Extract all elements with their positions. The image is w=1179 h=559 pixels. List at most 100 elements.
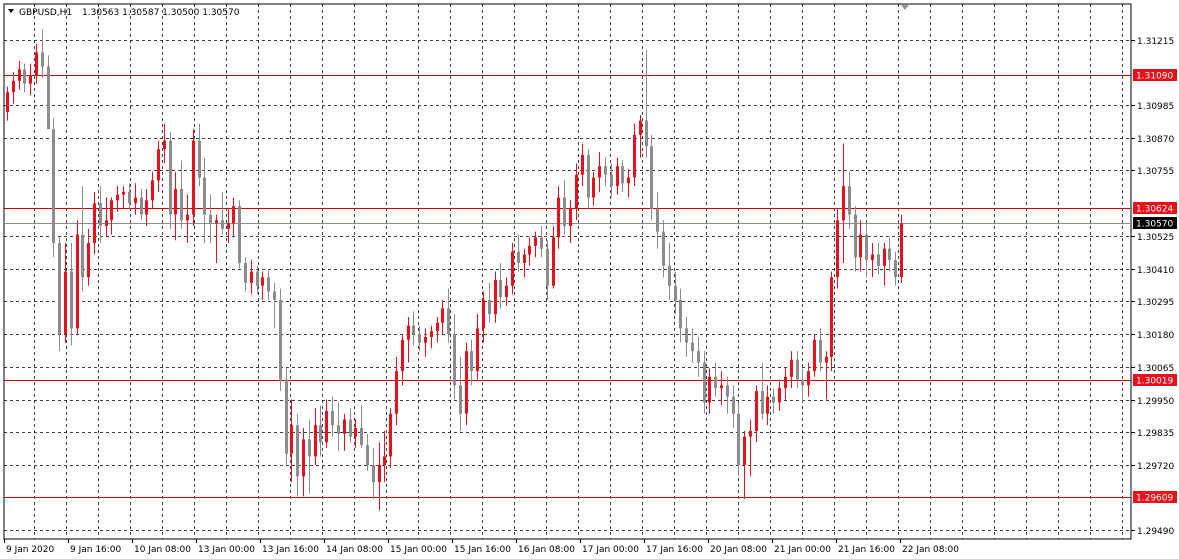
price-chart[interactable]: 1.31215 1.30985 1.30870 1.30755 1.30525 1.304…: [0, 0, 1179, 559]
candle-bull: [778, 388, 781, 403]
candle-bear: [453, 334, 456, 386]
candle-bear: [726, 385, 729, 397]
y-tick-label: 1.30985: [1137, 102, 1174, 112]
candle-bear: [372, 465, 375, 483]
candle-bull: [476, 328, 479, 372]
candle-bull: [192, 140, 195, 215]
candle-bear: [180, 188, 183, 221]
candle-bear: [221, 220, 224, 229]
candle-bull: [784, 376, 787, 389]
candle-bear: [819, 339, 822, 363]
candle-bear: [267, 277, 270, 292]
plot-area[interactable]: [3, 3, 1132, 540]
candle-bear: [244, 262, 247, 283]
y-tick-label: 1.30410: [1137, 266, 1174, 276]
candle-bull: [250, 271, 253, 283]
candle-bull: [145, 200, 148, 215]
candle-bear: [256, 271, 259, 286]
candle-bear: [697, 351, 700, 363]
candle-bear: [296, 425, 299, 477]
candle-bear: [70, 271, 73, 329]
candle-bull: [830, 277, 833, 357]
candle-bull: [290, 425, 293, 454]
candle-bull: [743, 436, 746, 466]
candle-bull: [766, 396, 769, 414]
candle-bull: [174, 188, 177, 215]
candle-bull: [116, 194, 119, 201]
candle-bull: [186, 214, 189, 221]
candle-bull: [12, 80, 15, 93]
candle-bull: [354, 428, 357, 437]
candle-bear: [761, 391, 764, 414]
candle-bull: [227, 223, 230, 229]
candle-bull: [93, 203, 96, 244]
candle-bull: [378, 465, 381, 483]
candle-bear: [128, 191, 131, 204]
candle-bull: [430, 331, 433, 337]
candle-bear: [238, 206, 241, 263]
candle-bull: [343, 419, 346, 434]
candle-bear: [854, 214, 857, 258]
candle-bear: [331, 410, 334, 426]
y-tick-label: 1.31215: [1137, 37, 1174, 47]
candle-bear: [691, 342, 694, 352]
candle-bear: [865, 234, 868, 261]
candle-bear: [470, 351, 473, 372]
candle-bull: [639, 120, 642, 135]
candle-bear: [52, 129, 55, 244]
candle-bull: [807, 371, 810, 386]
candle-bear: [563, 197, 566, 226]
candle-bear: [546, 248, 549, 286]
candle-bear: [737, 413, 740, 466]
candle-bear: [801, 379, 804, 386]
candle-bull: [616, 166, 619, 187]
candle-bull: [598, 166, 601, 178]
candle-bull: [842, 186, 845, 221]
candle-bear: [81, 234, 84, 278]
candle-bull: [900, 223, 903, 278]
candle-bear: [685, 328, 688, 343]
candle-bear: [418, 334, 421, 343]
candle-bear: [349, 419, 352, 437]
candle-bear: [140, 197, 143, 215]
candle-bull: [836, 220, 839, 278]
candle-bear: [877, 254, 880, 266]
x-tick-label: 21 Jan 00:00: [774, 545, 831, 555]
candle-bull: [534, 237, 537, 246]
chart-window[interactable]: 1.31215 1.30985 1.30870 1.30755 1.30525 1.304…: [0, 0, 1179, 559]
candle-bear: [621, 166, 624, 184]
candle-bull: [325, 410, 328, 443]
candle-bear: [703, 362, 706, 403]
candle-bull: [389, 413, 392, 457]
x-tick-label: 17 Jan 16:00: [646, 545, 703, 555]
candle-bear: [848, 186, 851, 215]
candle-bull: [482, 299, 485, 329]
y-tick-label: 1.29490: [1137, 527, 1174, 537]
y-tick-label: 1.30755: [1137, 167, 1174, 177]
candle-bull: [581, 154, 584, 175]
candle-bear: [209, 214, 212, 224]
x-tick-label: 15 Jan 00:00: [390, 545, 447, 555]
candle-bear: [273, 291, 276, 300]
x-tick-label: 17 Jan 00:00: [582, 545, 639, 555]
candle-bull: [424, 336, 427, 343]
candle-bear: [488, 299, 491, 315]
candle-bull: [505, 285, 508, 298]
candle-bear: [499, 280, 502, 298]
candle-bull: [215, 220, 218, 224]
candle-bear: [447, 308, 450, 335]
candle-bull: [592, 177, 595, 198]
candle-bull: [825, 356, 828, 363]
current-price-label: 1.30570: [1136, 220, 1173, 230]
level-price-label: 1.29609: [1136, 494, 1173, 504]
level-price-label: 1.31090: [1136, 72, 1173, 82]
x-tick-label: 9 Jan 16:00: [70, 545, 122, 555]
y-tick-label: 1.30065: [1137, 364, 1174, 374]
candle-bear: [279, 299, 282, 380]
candle-bull: [163, 140, 166, 150]
candle-bull: [883, 248, 886, 266]
candle-bear: [662, 231, 665, 266]
candle-bear: [894, 260, 897, 278]
candle-bear: [668, 265, 671, 286]
candle-bear: [99, 203, 102, 226]
